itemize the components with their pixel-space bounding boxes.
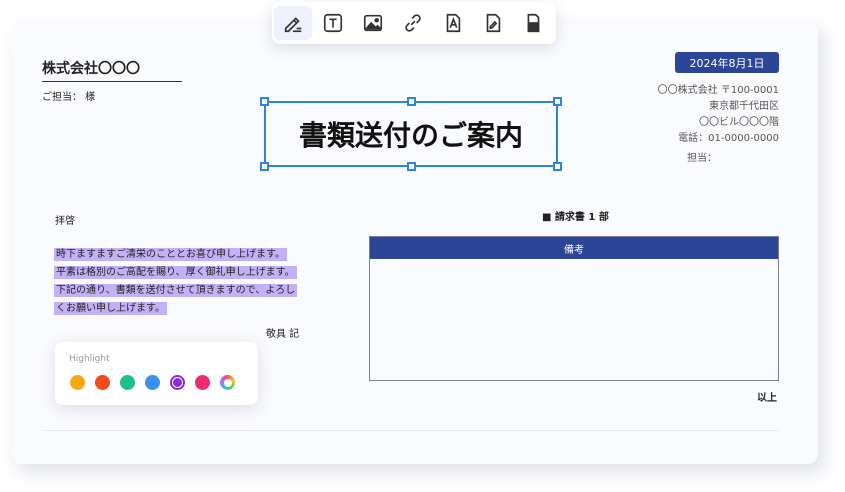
swatch-custom-color[interactable] bbox=[220, 375, 235, 390]
stamp-icon bbox=[527, 13, 540, 33]
enclosure-item: ■ 請求書 1 部 bbox=[542, 212, 609, 223]
body-line-3: 下記の通り、書類を送付させて頂きますので、よろし bbox=[54, 284, 298, 297]
resize-handle-bottom-right[interactable] bbox=[553, 162, 562, 171]
swatch-blue[interactable] bbox=[145, 375, 160, 390]
swatch-green[interactable] bbox=[120, 375, 135, 390]
swatch-purple-selected[interactable] bbox=[170, 375, 185, 390]
selected-title-textbox[interactable]: 書類送付のご案内 bbox=[260, 97, 562, 171]
resize-handle-bottom-left[interactable] bbox=[260, 162, 269, 171]
link-icon bbox=[405, 14, 421, 32]
highlighted-body-text[interactable]: 時下ますますご清栄のこととお喜び申し上げます。 平素は格別のご高配を賜り、厚く御… bbox=[54, 246, 298, 318]
image-tool-button[interactable] bbox=[354, 6, 392, 40]
remarks-table: 備考 bbox=[369, 236, 779, 381]
resize-handle-bottom[interactable] bbox=[407, 162, 416, 171]
link-tool-button[interactable] bbox=[394, 6, 432, 40]
body-line-4: くお願い申し上げます。 bbox=[54, 302, 167, 315]
text-tool-button[interactable] bbox=[314, 6, 352, 40]
stamp-tool-button[interactable] bbox=[514, 6, 552, 40]
edit-page-tool-button[interactable] bbox=[474, 6, 512, 40]
sender-phone: 電話：01-0000-0000 bbox=[678, 133, 779, 144]
sender-address: 東京都千代田区 bbox=[709, 101, 779, 112]
image-icon bbox=[363, 14, 383, 32]
text-box-icon bbox=[323, 13, 343, 33]
remarks-table-header: 備考 bbox=[370, 237, 778, 259]
highlight-palette-label: Highlight bbox=[69, 354, 110, 364]
resize-handle-top-right[interactable] bbox=[553, 97, 562, 106]
body-line-2: 平素は格別のご高配を賜り、厚く御礼申し上げます。 bbox=[54, 266, 297, 279]
font-tool-button[interactable] bbox=[434, 6, 472, 40]
recipient-contact: ご担当： 様 bbox=[42, 92, 96, 103]
swatch-red[interactable] bbox=[95, 375, 110, 390]
pen-edit-tool-button[interactable] bbox=[274, 6, 312, 40]
edit-page-icon bbox=[486, 13, 501, 33]
sender-block: 〇〇株式会社 〒100-0001 東京都千代田区 〇〇ビル〇〇〇階 電話：01-… bbox=[658, 83, 779, 167]
highlight-palette: Highlight bbox=[55, 342, 258, 405]
color-swatches bbox=[70, 375, 245, 390]
closing: 敬具 記 bbox=[266, 329, 300, 340]
footer-divider bbox=[44, 430, 778, 431]
body-line-1: 時下ますますご清栄のこととお喜び申し上げます。 bbox=[54, 248, 287, 261]
resize-handle-top[interactable] bbox=[407, 97, 416, 106]
end-mark: 以上 bbox=[757, 393, 777, 404]
recipient-company-name: 株式会社〇〇〇 bbox=[42, 58, 182, 82]
font-box-icon bbox=[446, 13, 461, 33]
swatch-pink[interactable] bbox=[195, 375, 210, 390]
greeting: 拝啓 bbox=[55, 216, 75, 227]
document-title: 書類送付のご案内 bbox=[298, 119, 523, 152]
edit-toolbar bbox=[272, 2, 556, 44]
date-badge[interactable]: 2024年8月1日 bbox=[675, 52, 779, 73]
sender-contact: 担当： bbox=[687, 153, 717, 164]
resize-handle-top-left[interactable] bbox=[260, 97, 269, 106]
swatch-orange[interactable] bbox=[70, 375, 85, 390]
sender-building: 〇〇ビル〇〇〇階 bbox=[699, 117, 779, 128]
sender-company-postal: 〇〇株式会社 〒100-0001 bbox=[657, 85, 779, 96]
pen-edit-icon bbox=[284, 17, 302, 33]
